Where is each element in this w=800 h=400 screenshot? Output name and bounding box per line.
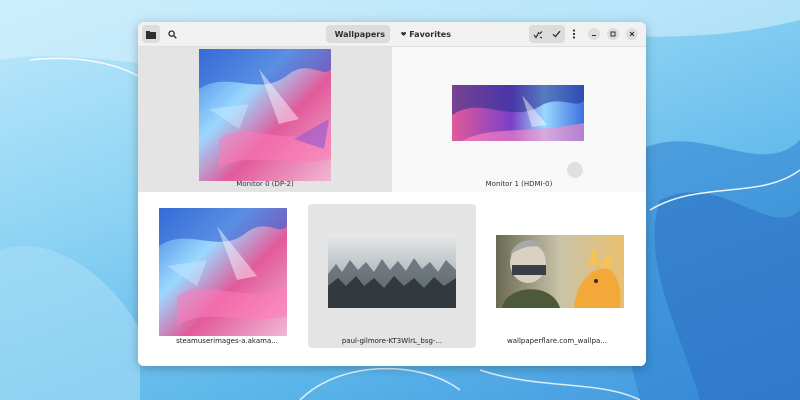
wallpaper-card-label: paul-gilmore-KT3WlrL_bsg-... (341, 337, 443, 345)
apply-tool-button[interactable] (529, 25, 547, 43)
close-icon (629, 31, 635, 37)
wallpaper-thumbnail (159, 208, 287, 336)
wallpaper-card-label: steamuserimages-a.akama... (176, 337, 278, 345)
maximize-button[interactable] (607, 28, 619, 40)
monitor-selector: Monitor 0 (DP-2) Monitor 1 (HDMI-0) (138, 47, 646, 192)
apply-tool-icon (533, 30, 543, 39)
wallpaper-card-label: wallpaperflare.com_wallpa... (507, 337, 607, 345)
apply-button-group (529, 25, 565, 43)
desktop-background: Wallpapers Favorites Monitor 0 (DP-2) Mo… (0, 0, 800, 400)
kebab-menu-icon (572, 29, 576, 39)
monitor-0-label: Monitor 0 (DP-2) (236, 180, 294, 188)
tab-wallpapers-label: Wallpapers (334, 29, 385, 39)
wallpaper-thumbnail (496, 235, 624, 308)
maximize-icon (610, 31, 616, 37)
main-menu-button[interactable] (568, 25, 580, 43)
checkmark-icon (552, 30, 560, 38)
monitor-1-tile[interactable]: Monitor 1 (HDMI-0) (392, 47, 646, 192)
folder-icon (146, 30, 156, 39)
monitor-1-indicator-dot (567, 162, 583, 178)
apply-button[interactable] (547, 25, 565, 43)
monitor-icon (331, 33, 332, 35)
wallpaper-card[interactable]: wallpaperflare.com_wallpa... (473, 204, 641, 348)
monitor-0-tile[interactable]: Monitor 0 (DP-2) (138, 47, 392, 192)
search-button[interactable] (163, 25, 181, 43)
open-folder-button[interactable] (142, 25, 160, 43)
tab-wallpapers[interactable]: Wallpapers (326, 25, 390, 43)
wallpaper-thumbnail (328, 234, 456, 308)
minimize-icon (592, 34, 596, 37)
monitor-1-wallpaper-preview (452, 85, 584, 141)
tab-favorites[interactable]: Favorites (396, 25, 456, 43)
monitor-1-label: Monitor 1 (HDMI-0) (485, 180, 553, 188)
headerbar: Wallpapers Favorites (138, 22, 646, 47)
wallpaper-card[interactable]: steamuserimages-a.akama... (143, 204, 311, 348)
minimize-button[interactable] (588, 28, 600, 40)
app-window: Wallpapers Favorites Monitor 0 (DP-2) Mo… (138, 22, 646, 366)
tab-favorites-label: Favorites (409, 29, 451, 39)
wallpaper-card[interactable]: paul-gilmore-KT3WlrL_bsg-... (308, 204, 476, 348)
monitor-0-wallpaper-preview (199, 49, 331, 181)
heart-icon (401, 31, 407, 37)
close-button[interactable] (626, 28, 638, 40)
wallpaper-gallery: steamuserimages-a.akama... paul-gilmore-… (138, 192, 646, 366)
search-icon (167, 29, 177, 39)
